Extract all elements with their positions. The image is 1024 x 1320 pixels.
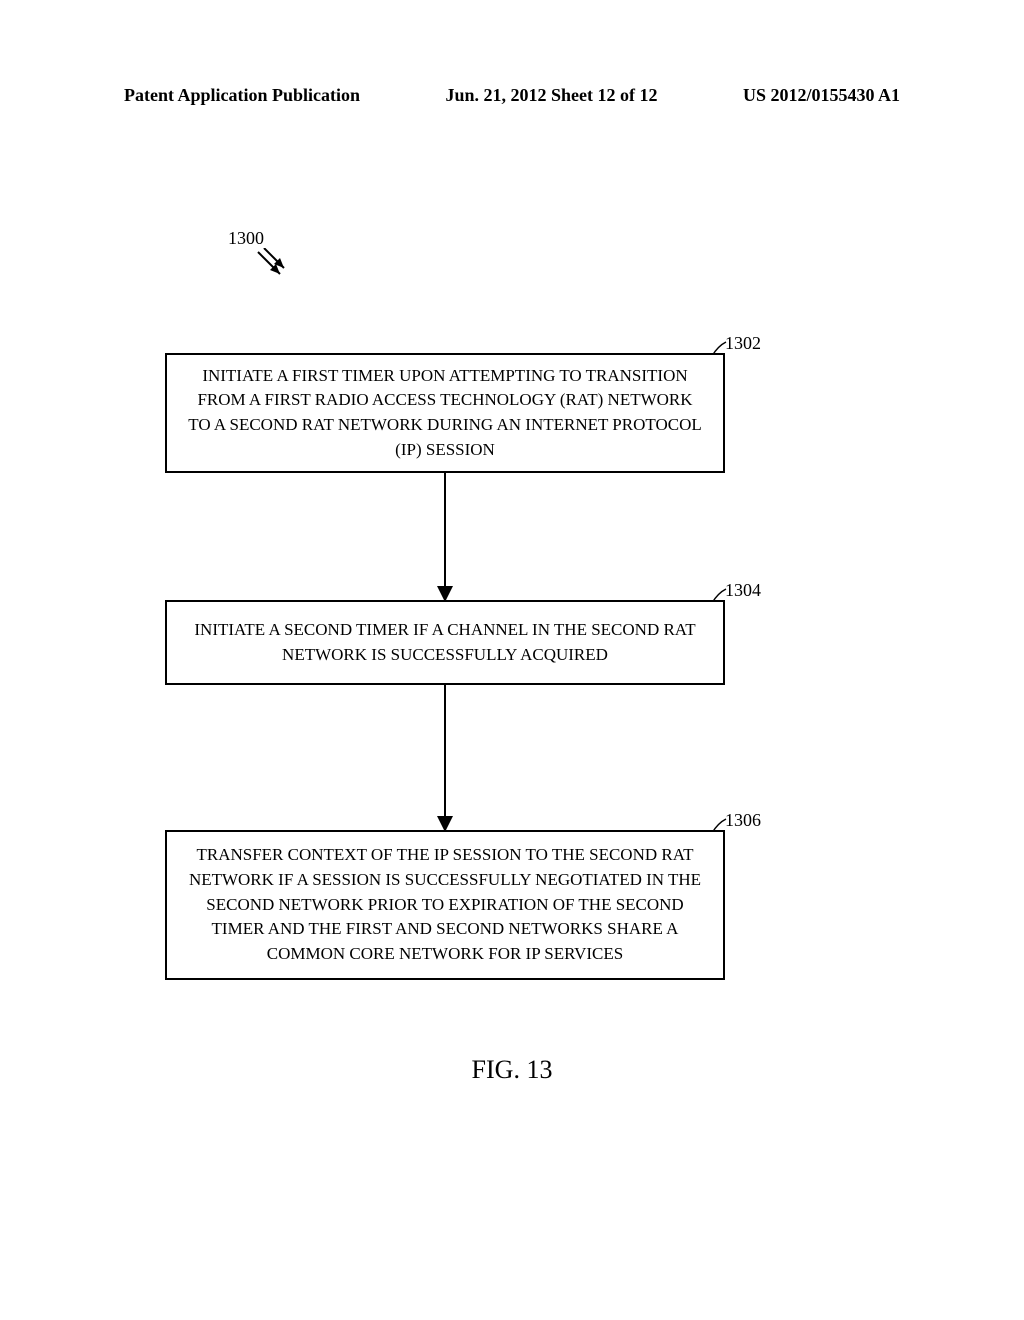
figure-label: FIG. 13	[0, 1055, 1024, 1085]
step-reference-number: 1302	[725, 333, 761, 354]
flowchart-step-text: INITIATE A SECOND TIMER IF A CHANNEL IN …	[187, 618, 703, 667]
flowchart-connector	[444, 473, 446, 588]
step-reference-number: 1306	[725, 810, 761, 831]
flowchart-step-text: TRANSFER CONTEXT OF THE IP SESSION TO TH…	[187, 843, 703, 966]
diagram-reference-number: 1300	[228, 228, 264, 249]
flowchart-step-box: TRANSFER CONTEXT OF THE IP SESSION TO TH…	[165, 830, 725, 980]
page-header: Patent Application Publication Jun. 21, …	[0, 85, 1024, 106]
flowchart-step-box: INITIATE A FIRST TIMER UPON ATTEMPTING T…	[165, 353, 725, 473]
diagram-reference-arrow-icon	[254, 248, 294, 288]
header-center: Jun. 21, 2012 Sheet 12 of 12	[445, 85, 657, 106]
flowchart-step-text: INITIATE A FIRST TIMER UPON ATTEMPTING T…	[187, 364, 703, 463]
header-left: Patent Application Publication	[124, 85, 360, 106]
step-reference-number: 1304	[725, 580, 761, 601]
flowchart-connector	[444, 685, 446, 818]
header-right: US 2012/0155430 A1	[743, 85, 900, 106]
flowchart-step-box: INITIATE A SECOND TIMER IF A CHANNEL IN …	[165, 600, 725, 685]
